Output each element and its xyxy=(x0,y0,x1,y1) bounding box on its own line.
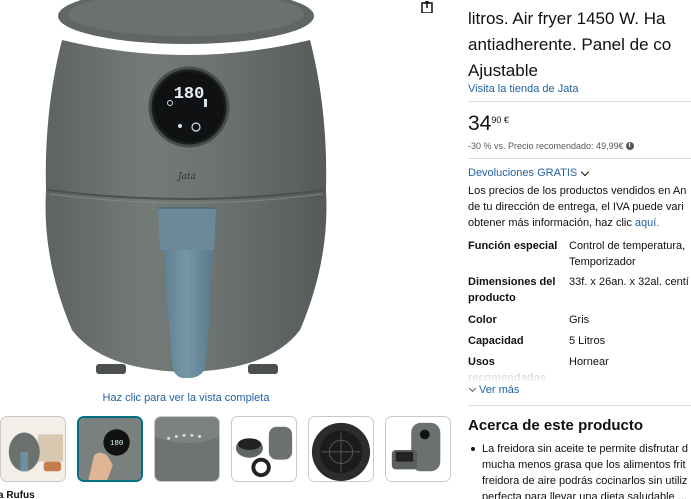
specs-fade xyxy=(468,366,668,384)
divider xyxy=(468,405,691,406)
price-fraction: 90 € xyxy=(491,115,509,125)
returns-label[interactable]: Devoluciones GRATIS xyxy=(468,167,577,179)
svg-text:180: 180 xyxy=(110,440,124,448)
info-icon[interactable]: i xyxy=(625,142,634,150)
main-product-image[interactable]: 180 Jata xyxy=(0,0,455,385)
spec-value-line: Gris xyxy=(569,314,590,326)
spec-key-line: Color xyxy=(468,314,497,326)
title-line: antiadherente. Panel de co xyxy=(468,35,672,54)
price-note-text: obtener más información, haz clic xyxy=(468,217,635,229)
spec-value: 33f. x 26an. x 32al. centí xyxy=(569,274,691,290)
spec-value-line: Control de temperatura, xyxy=(569,240,686,252)
thumb-air-fryer-kitchen[interactable] xyxy=(0,416,66,482)
spec-value-line: Temporizador xyxy=(569,256,636,268)
brand-logo: Jata xyxy=(176,172,196,182)
about-line: mucha menos grasa que los alimentos frit xyxy=(482,459,686,471)
spec-key-line: Dimensiones del xyxy=(468,276,556,288)
price-note-line: de tu dirección de entrega, el IVA puede… xyxy=(468,201,684,213)
spec-value: Gris xyxy=(569,312,691,328)
price-note-line: Los precios de los productos vendidos en… xyxy=(468,185,687,197)
thumb-basket-accessories[interactable] xyxy=(231,416,297,482)
spec-value-line: 5 Litros xyxy=(569,335,606,347)
about-line: La freidora sin aceite te permite disfru… xyxy=(482,443,689,455)
about-title: Acerca de este producto xyxy=(468,417,644,434)
price-note-line: obtener más información, haz clic aquí. xyxy=(468,215,691,231)
share-icon[interactable] xyxy=(420,0,434,14)
price: 3490 € xyxy=(468,112,509,136)
about-line: freidora de aire podrás cocinarlos sin u… xyxy=(482,475,688,487)
rufus-label: a Rufus xyxy=(0,490,35,499)
spec-key: Función especial xyxy=(468,238,563,254)
thumb-touch-panel[interactable]: 180 xyxy=(77,416,143,482)
about-line: perfecta para llevar una dieta saludable… xyxy=(482,491,687,499)
spec-key-line: Capacidad xyxy=(468,335,524,347)
thumb-panel-closeup[interactable] xyxy=(154,416,220,482)
thumb-basket-top[interactable] xyxy=(308,416,374,482)
product-title: litros. Air fryer 1450 W. Ha antiadheren… xyxy=(468,6,691,84)
title-line: litros. Air fryer 1450 W. Ha xyxy=(468,9,666,28)
price-whole: 34 xyxy=(468,112,492,135)
thumbnail-strip: 180 xyxy=(0,416,455,484)
spec-key: Color xyxy=(468,312,563,328)
divider xyxy=(468,158,691,159)
spec-key-line: producto xyxy=(468,292,516,304)
about-item: La freidora sin aceite te permite disfru… xyxy=(468,441,691,499)
chevron-down-icon[interactable] xyxy=(580,167,590,176)
thumb-drawer-open[interactable] xyxy=(385,416,451,482)
store-link[interactable]: Visita la tienda de Jata xyxy=(468,83,578,95)
discount-label: -30 % vs. Precio recomendado: 49,99€ xyxy=(468,141,624,151)
discount-text: -30 % vs. Precio recomendado: 49,99€ i xyxy=(468,141,634,151)
spec-value: Control de temperatura, Temporizador xyxy=(569,238,691,270)
ver-mas-toggle[interactable]: Ver más xyxy=(468,384,519,396)
display-temperature: 180 xyxy=(174,85,205,104)
spec-key: Dimensiones del producto xyxy=(468,274,563,306)
about-list: La freidora sin aceite te permite disfru… xyxy=(468,441,691,499)
ver-mas-label[interactable]: Ver más xyxy=(479,384,519,396)
spec-key: Capacidad xyxy=(468,333,563,349)
divider xyxy=(468,101,691,102)
chevron-down-icon[interactable] xyxy=(468,384,477,393)
spec-value-line: 33f. x 26an. x 32al. centí xyxy=(569,276,689,288)
title-line: Ajustable xyxy=(468,61,538,80)
price-note: Los precios de los productos vendidos en… xyxy=(468,183,691,231)
price-note-link[interactable]: aquí. xyxy=(635,217,659,229)
spec-value: 5 Litros xyxy=(569,333,691,349)
spec-key-line: Función especial xyxy=(468,240,558,252)
full-view-link[interactable]: Haz clic para ver la vista completa xyxy=(0,392,372,404)
returns-dropdown[interactable]: Devoluciones GRATIS xyxy=(468,167,590,179)
air-fryer-image: 180 Jata xyxy=(45,0,327,378)
